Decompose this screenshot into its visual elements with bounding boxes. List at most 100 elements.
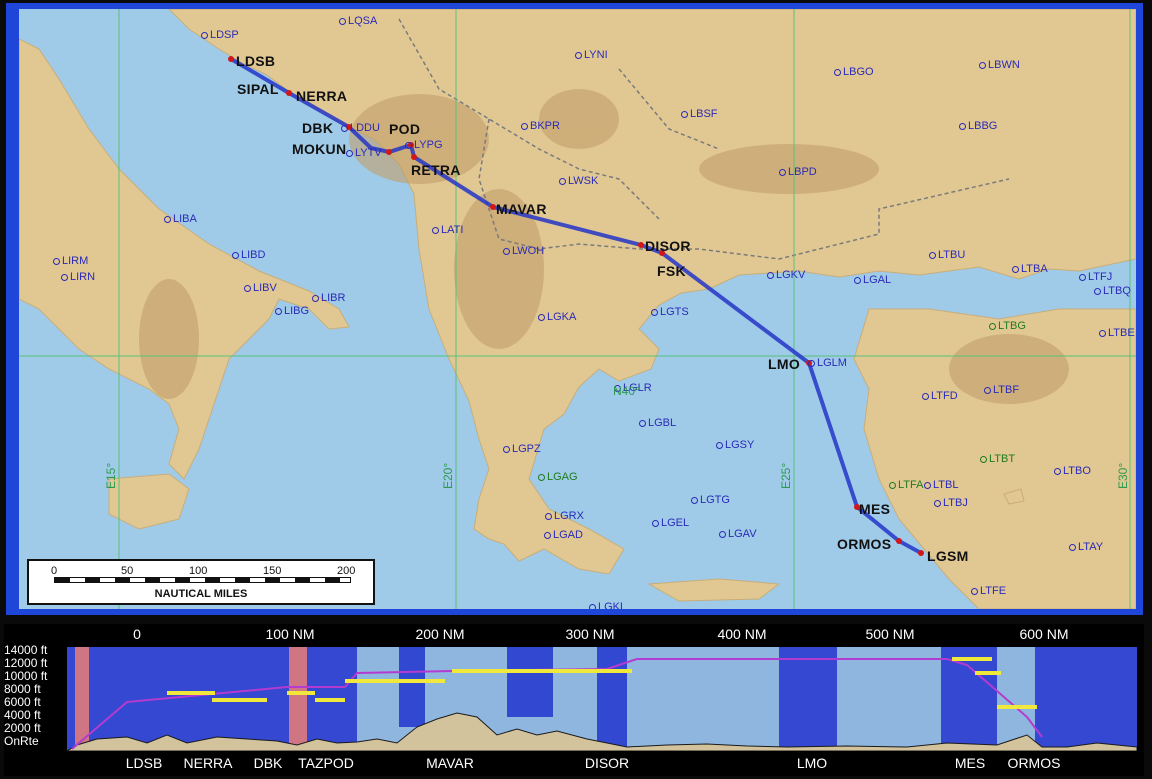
airport-label[interactable]: LIRM bbox=[53, 255, 88, 267]
waypoint-label[interactable]: LGSM bbox=[927, 548, 969, 564]
airport-label[interactable]: LGTG bbox=[691, 494, 730, 506]
altitude-label: OnRte bbox=[4, 734, 39, 748]
airport-label[interactable]: LWSK bbox=[559, 175, 598, 187]
airport-label[interactable]: LTFD bbox=[922, 390, 958, 402]
airport-label[interactable]: LGKV bbox=[767, 269, 805, 281]
airport-label[interactable]: LGAL bbox=[854, 274, 891, 286]
airport-label[interactable]: LGEL bbox=[652, 517, 689, 529]
airport-label[interactable]: LTFE bbox=[971, 585, 1006, 597]
profile-waypoint-label[interactable]: DBK bbox=[254, 755, 283, 771]
airport-label[interactable]: LDDU bbox=[341, 122, 380, 134]
profile-waypoint-label[interactable]: TAZPOD bbox=[298, 755, 354, 771]
airport-label[interactable]: LGSY bbox=[716, 439, 754, 451]
airport-label[interactable]: LTBE bbox=[1099, 327, 1135, 339]
waypoint-label[interactable]: MAVAR bbox=[496, 201, 547, 217]
airport-label[interactable]: LGLM bbox=[808, 357, 847, 369]
distance-label: 0 bbox=[133, 626, 141, 642]
waypoint-label[interactable]: LDSB bbox=[236, 53, 275, 69]
scale-tick: 200 bbox=[337, 565, 356, 577]
profile-waypoint-label[interactable]: NERRA bbox=[183, 755, 232, 771]
distance-label: 400 NM bbox=[717, 626, 767, 642]
airport-label[interactable]: LIBD bbox=[232, 249, 265, 261]
map-view[interactable]: LDSB SIPAL NERRA DBK MOKUN POD RETRA MAV… bbox=[19, 9, 1136, 609]
airport-label[interactable]: LBWN bbox=[979, 59, 1020, 71]
waypoint-label[interactable]: NERRA bbox=[296, 88, 347, 104]
waypoint-label[interactable]: DBK bbox=[302, 120, 333, 136]
airport-label[interactable]: LATI bbox=[432, 224, 463, 236]
airport-label[interactable]: LTBG bbox=[989, 320, 1026, 332]
scale-tick: 100 bbox=[189, 565, 208, 577]
distance-label: 100 NM bbox=[265, 626, 315, 642]
distance-label: 500 NM bbox=[865, 626, 915, 642]
airport-label[interactable]: LTBJ bbox=[934, 497, 968, 509]
profile-chart bbox=[67, 647, 1137, 751]
waypoint-label[interactable]: MES bbox=[859, 501, 890, 517]
airport-label[interactable]: LWOH bbox=[503, 245, 544, 257]
airport-label[interactable]: LIRN bbox=[61, 271, 95, 283]
airport-label[interactable]: LTBO bbox=[1054, 465, 1091, 477]
waypoint-label[interactable]: DISOR bbox=[645, 238, 691, 254]
airport-label[interactable]: LGAD bbox=[544, 529, 583, 541]
profile-waypoint-label[interactable]: ORMOS bbox=[1008, 755, 1061, 771]
airport-label[interactable]: LDSP bbox=[201, 29, 239, 41]
profile-waypoint-label[interactable]: MAVAR bbox=[426, 755, 474, 771]
latitude-label: N40° bbox=[613, 384, 640, 398]
airport-label[interactable]: LGAV bbox=[719, 528, 757, 540]
longitude-label: E25° bbox=[779, 462, 793, 489]
airport-label[interactable]: LGKL bbox=[589, 601, 626, 609]
scale-tick: 50 bbox=[121, 565, 134, 577]
airport-label[interactable]: LTBF bbox=[984, 384, 1019, 396]
profile-waypoint-label[interactable]: LDSB bbox=[126, 755, 163, 771]
scale-tick: 150 bbox=[263, 565, 282, 577]
airport-label[interactable]: LGBL bbox=[639, 417, 676, 429]
distance-label: 200 NM bbox=[415, 626, 465, 642]
airport-label[interactable]: LTFJ bbox=[1079, 271, 1112, 283]
airport-label[interactable]: LTBA bbox=[1012, 263, 1048, 275]
airport-label[interactable]: LTFA bbox=[889, 479, 923, 491]
distance-label: 300 NM bbox=[565, 626, 615, 642]
airport-label[interactable]: LBGO bbox=[834, 66, 874, 78]
vertical-profile-panel[interactable]: 0 100 NM 200 NM 300 NM 400 NM 500 NM 600… bbox=[4, 624, 1144, 776]
airport-label[interactable]: LTBL bbox=[924, 479, 958, 491]
airport-label[interactable]: BKPR bbox=[521, 120, 560, 132]
airport-label[interactable]: LGKA bbox=[538, 311, 576, 323]
longitude-label: E30° bbox=[1116, 462, 1130, 489]
airport-label[interactable]: LTBQ bbox=[1094, 285, 1131, 297]
airport-label[interactable]: LQSA bbox=[339, 15, 377, 27]
scale-tick: 0 bbox=[51, 565, 58, 577]
airport-label[interactable]: LBBG bbox=[959, 120, 997, 132]
airport-label[interactable]: LGPZ bbox=[503, 443, 541, 455]
distance-label: 600 NM bbox=[1019, 626, 1069, 642]
airport-label[interactable]: LGRX bbox=[545, 510, 584, 522]
map-frame: LDSB SIPAL NERRA DBK MOKUN POD RETRA MAV… bbox=[6, 3, 1143, 615]
airport-label[interactable]: LBSF bbox=[681, 108, 718, 120]
waypoint-label[interactable]: FSK bbox=[657, 263, 686, 279]
airport-label[interactable]: LYPG bbox=[405, 139, 443, 151]
scale-bar: 0 50 100 150 200 NAUTICAL MILES bbox=[27, 559, 375, 605]
profile-waypoint-label[interactable]: DISOR bbox=[585, 755, 629, 771]
airport-label[interactable]: LIBV bbox=[244, 282, 277, 294]
airport-label[interactable]: LBPD bbox=[779, 166, 817, 178]
airport-label[interactable]: LTBT bbox=[980, 453, 1015, 465]
waypoint-label[interactable]: MOKUN bbox=[292, 141, 346, 157]
airport-label[interactable]: LGAG bbox=[538, 471, 578, 483]
profile-waypoint-label[interactable]: MES bbox=[955, 755, 985, 771]
airport-label[interactable]: LIBR bbox=[312, 292, 345, 304]
profile-waypoint-label[interactable]: LMO bbox=[797, 755, 827, 771]
airport-label[interactable]: LGTS bbox=[651, 306, 689, 318]
waypoint-label[interactable]: LMO bbox=[768, 356, 800, 372]
waypoint-label[interactable]: ORMOS bbox=[837, 536, 891, 552]
waypoint-label[interactable]: POD bbox=[389, 121, 420, 137]
airport-label[interactable]: LIBA bbox=[164, 213, 197, 225]
waypoint-label[interactable]: RETRA bbox=[411, 162, 461, 178]
scale-ruler bbox=[54, 577, 351, 583]
scale-caption: NAUTICAL MILES bbox=[154, 588, 248, 600]
longitude-label: E15° bbox=[104, 462, 118, 489]
airport-label[interactable]: LTAY bbox=[1069, 541, 1103, 553]
waypoint-label[interactable]: SIPAL bbox=[237, 81, 279, 97]
airport-label[interactable]: LYTV bbox=[346, 147, 382, 159]
airport-label[interactable]: LIBG bbox=[275, 305, 309, 317]
longitude-label: E20° bbox=[441, 462, 455, 489]
airport-label[interactable]: LYNI bbox=[575, 49, 608, 61]
airport-label[interactable]: LTBU bbox=[929, 249, 965, 261]
